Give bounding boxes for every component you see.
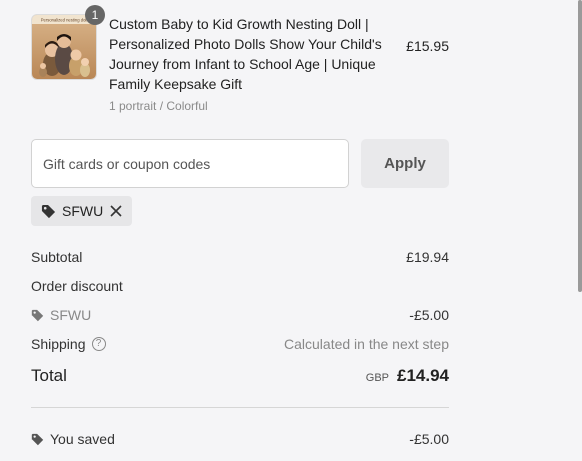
shipping-label: Shipping bbox=[31, 336, 86, 352]
applied-discount-chip: SFWU bbox=[31, 196, 133, 226]
order-discount-label: Order discount bbox=[31, 278, 123, 294]
product-line-item: Personalized nesting doll 1 Custom Baby … bbox=[31, 5, 449, 114]
discount-value: -£5.00 bbox=[409, 307, 449, 323]
you-saved-label: You saved bbox=[50, 431, 115, 447]
discount-code-label: SFWU bbox=[50, 307, 92, 323]
total-label: Total bbox=[31, 366, 67, 385]
discount-code-row: SFWU -£5.00 bbox=[31, 306, 449, 324]
apply-coupon-button[interactable]: Apply bbox=[361, 139, 449, 188]
divider bbox=[31, 407, 449, 408]
you-saved-value: -£5.00 bbox=[409, 431, 449, 447]
close-icon[interactable] bbox=[109, 204, 123, 218]
question-circle-icon[interactable]: ? bbox=[91, 337, 106, 351]
applied-discount-code: SFWU bbox=[62, 203, 104, 219]
shipping-row: Shipping ? Calculated in the next step bbox=[31, 335, 449, 353]
you-saved-row: You saved -£5.00 bbox=[31, 430, 449, 448]
currency-code: GBP bbox=[365, 372, 389, 384]
total-row: Total GBP £14.94 bbox=[31, 364, 449, 388]
product-thumbnail: Personalized nesting doll bbox=[31, 14, 97, 80]
product-variant: 1 portrait / Colorful bbox=[109, 99, 208, 113]
thumbnail-caption: Personalized nesting doll bbox=[41, 18, 88, 23]
subtotal-label: Subtotal bbox=[31, 249, 83, 265]
subtotal-row: Subtotal £19.94 bbox=[31, 248, 449, 266]
tag-icon bbox=[41, 204, 56, 219]
product-title: Custom Baby to Kid Growth Nesting Doll |… bbox=[109, 16, 382, 92]
total-value: £14.94 bbox=[397, 366, 449, 385]
subtotal-value: £19.94 bbox=[406, 249, 449, 265]
tag-icon bbox=[31, 433, 44, 446]
tag-icon bbox=[31, 309, 44, 322]
product-price: £15.95 bbox=[406, 38, 449, 54]
scrollbar-thumb[interactable] bbox=[578, 0, 582, 292]
shipping-value: Calculated in the next step bbox=[284, 336, 449, 352]
coupon-code-input[interactable] bbox=[31, 139, 349, 188]
quantity-badge: 1 bbox=[85, 5, 105, 25]
order-discount-row: Order discount bbox=[31, 277, 449, 295]
